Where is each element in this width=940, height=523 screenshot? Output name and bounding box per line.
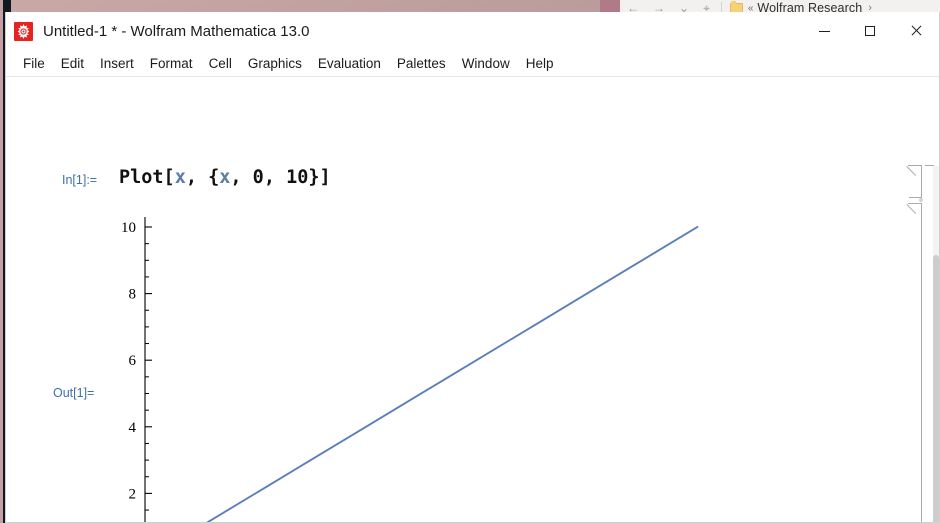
screen: ← → ⌄ ⌖ « Wolfram Research › Untitled-1 [0,0,940,523]
plot-series-0 [206,226,699,522]
window-title: Untitled-1 * - Wolfram Mathematica 13.0 [43,22,310,40]
y-tick-label: 10 [121,220,136,236]
menu-bar: File Edit Insert Format Cell Graphics Ev… [6,51,939,77]
minimize-icon [818,30,830,32]
mathematica-window: Untitled-1 * - Wolfram Mathematica 13.0 … [5,12,940,523]
expr-token-2: , { [185,167,220,188]
vertical-scrollbar-track[interactable] [933,166,939,522]
menu-item-window[interactable]: Window [454,54,518,74]
input-cell-label: In[1]:= [62,173,98,187]
title-bar: Untitled-1 * - Wolfram Mathematica 13.0 [6,12,939,51]
mathematica-logo-icon [14,21,33,41]
plot-svg: 246810246810 [121,217,699,522]
plot-graphic[interactable]: 246810246810 [102,205,742,522]
close-icon [910,25,922,37]
cell-bracket-input[interactable] [908,165,922,198]
menu-item-format[interactable]: Format [142,54,201,74]
menu-item-evaluation[interactable]: Evaluation [310,54,389,74]
expr-token-0: Plot[ [119,167,175,188]
input-cell-expression[interactable]: Plot[x, {x, 0, 10}] [119,167,331,188]
y-tick-label: 8 [129,287,137,303]
menu-item-insert[interactable]: Insert [92,54,142,74]
cell-bracket-nub-icon [908,165,918,176]
y-tick-label: 2 [129,486,137,502]
menu-item-graphics[interactable]: Graphics [240,54,310,74]
menu-item-cell[interactable]: Cell [201,54,240,74]
minimize-button[interactable] [801,12,847,50]
y-tick-label: 6 [129,353,137,369]
menu-item-help[interactable]: Help [518,54,562,74]
y-tick-label: 4 [129,420,137,436]
expr-token-1: x [174,167,186,188]
menu-item-edit[interactable]: Edit [53,54,92,74]
maximize-button[interactable] [847,12,893,50]
vertical-scrollbar-thumb[interactable] [933,255,939,522]
close-button[interactable] [893,12,939,50]
cell-divider-dot [919,198,923,202]
maximize-icon [865,26,875,36]
expr-token-4: , 0, 10}] [230,167,331,188]
cell-bracket-output[interactable] [908,203,922,522]
expr-token-3: x [219,167,231,188]
cell-bracket-nub-icon [908,203,918,214]
output-cell-label: Out[1]= [53,386,95,400]
notebook-canvas[interactable]: In[1]:= Plot[x, {x, 0, 10}] Out[1]= 2468… [6,77,939,522]
menu-item-file[interactable]: File [15,54,53,74]
menu-item-palettes[interactable]: Palettes [389,54,454,74]
window-controls [801,12,939,50]
